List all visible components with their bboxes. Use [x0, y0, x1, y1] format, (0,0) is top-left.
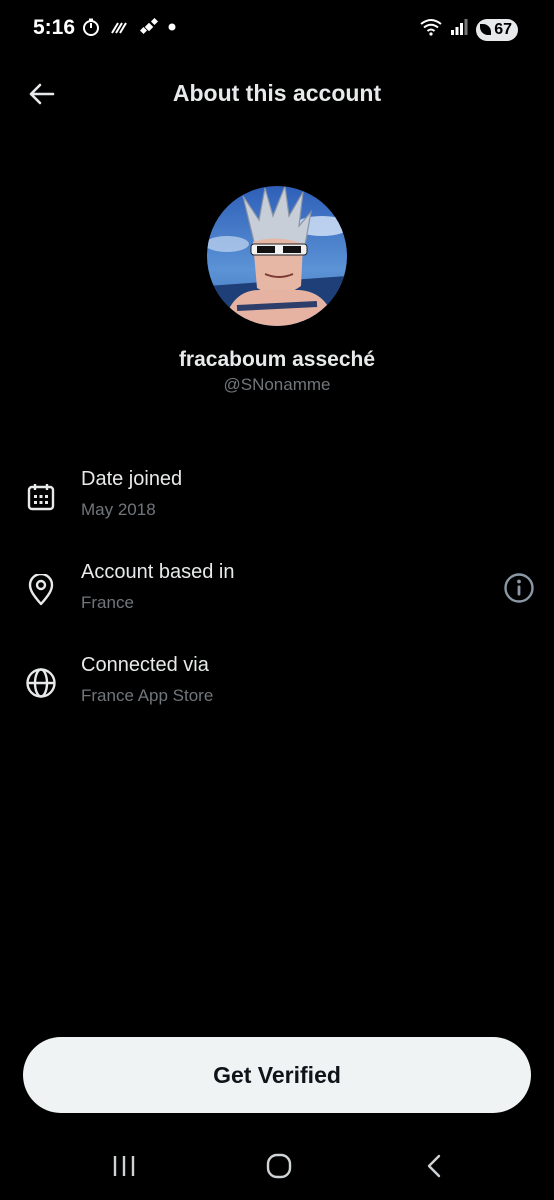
status-bar: 5:16 67 — [0, 0, 554, 62]
display-name: fracaboum asseché — [178, 348, 376, 371]
recents-icon — [113, 1156, 135, 1176]
wifi-calling-icon — [110, 19, 130, 35]
info-label: Connected via — [81, 654, 209, 676]
calendar-icon — [24, 480, 58, 514]
wifi-icon — [420, 18, 442, 41]
page-title: About this account — [172, 80, 382, 106]
info-label: Date joined — [81, 468, 183, 490]
recents-button[interactable] — [99, 1148, 149, 1184]
info-value: France App Store — [81, 686, 214, 705]
avatar[interactable] — [207, 186, 347, 326]
globe-icon — [24, 666, 58, 700]
leaf-icon — [480, 24, 492, 35]
info-row-account-based-in: Account based in France — [0, 559, 554, 629]
status-time: 5:16 — [33, 16, 76, 39]
nav-back-button[interactable] — [409, 1148, 459, 1184]
status-icons-right: 67 — [420, 18, 518, 41]
user-handle: @SNonamme — [223, 375, 331, 394]
home-button[interactable] — [254, 1148, 304, 1184]
dot-icon — [168, 23, 176, 31]
info-label: Account based in — [81, 561, 235, 583]
back-icon — [427, 1154, 441, 1178]
location-pin-icon — [24, 573, 58, 607]
battery-level: 67 — [494, 20, 512, 38]
header: About this account — [0, 62, 554, 126]
get-verified-button[interactable]: Get Verified — [23, 1037, 531, 1113]
home-icon — [266, 1153, 292, 1179]
system-nav-bar — [0, 1130, 554, 1200]
timer-icon — [82, 18, 100, 36]
status-icons-left — [82, 18, 176, 36]
info-row-connected-via: Connected via France App Store — [0, 652, 554, 722]
battery-icon: 67 — [476, 18, 518, 41]
info-value: May 2018 — [81, 500, 156, 519]
info-value: France — [81, 593, 134, 612]
info-button[interactable] — [502, 571, 536, 605]
info-circle-icon — [504, 573, 534, 603]
signal-icon — [450, 19, 468, 40]
info-row-date-joined: Date joined May 2018 — [0, 466, 554, 536]
satellite-icon — [140, 18, 158, 36]
